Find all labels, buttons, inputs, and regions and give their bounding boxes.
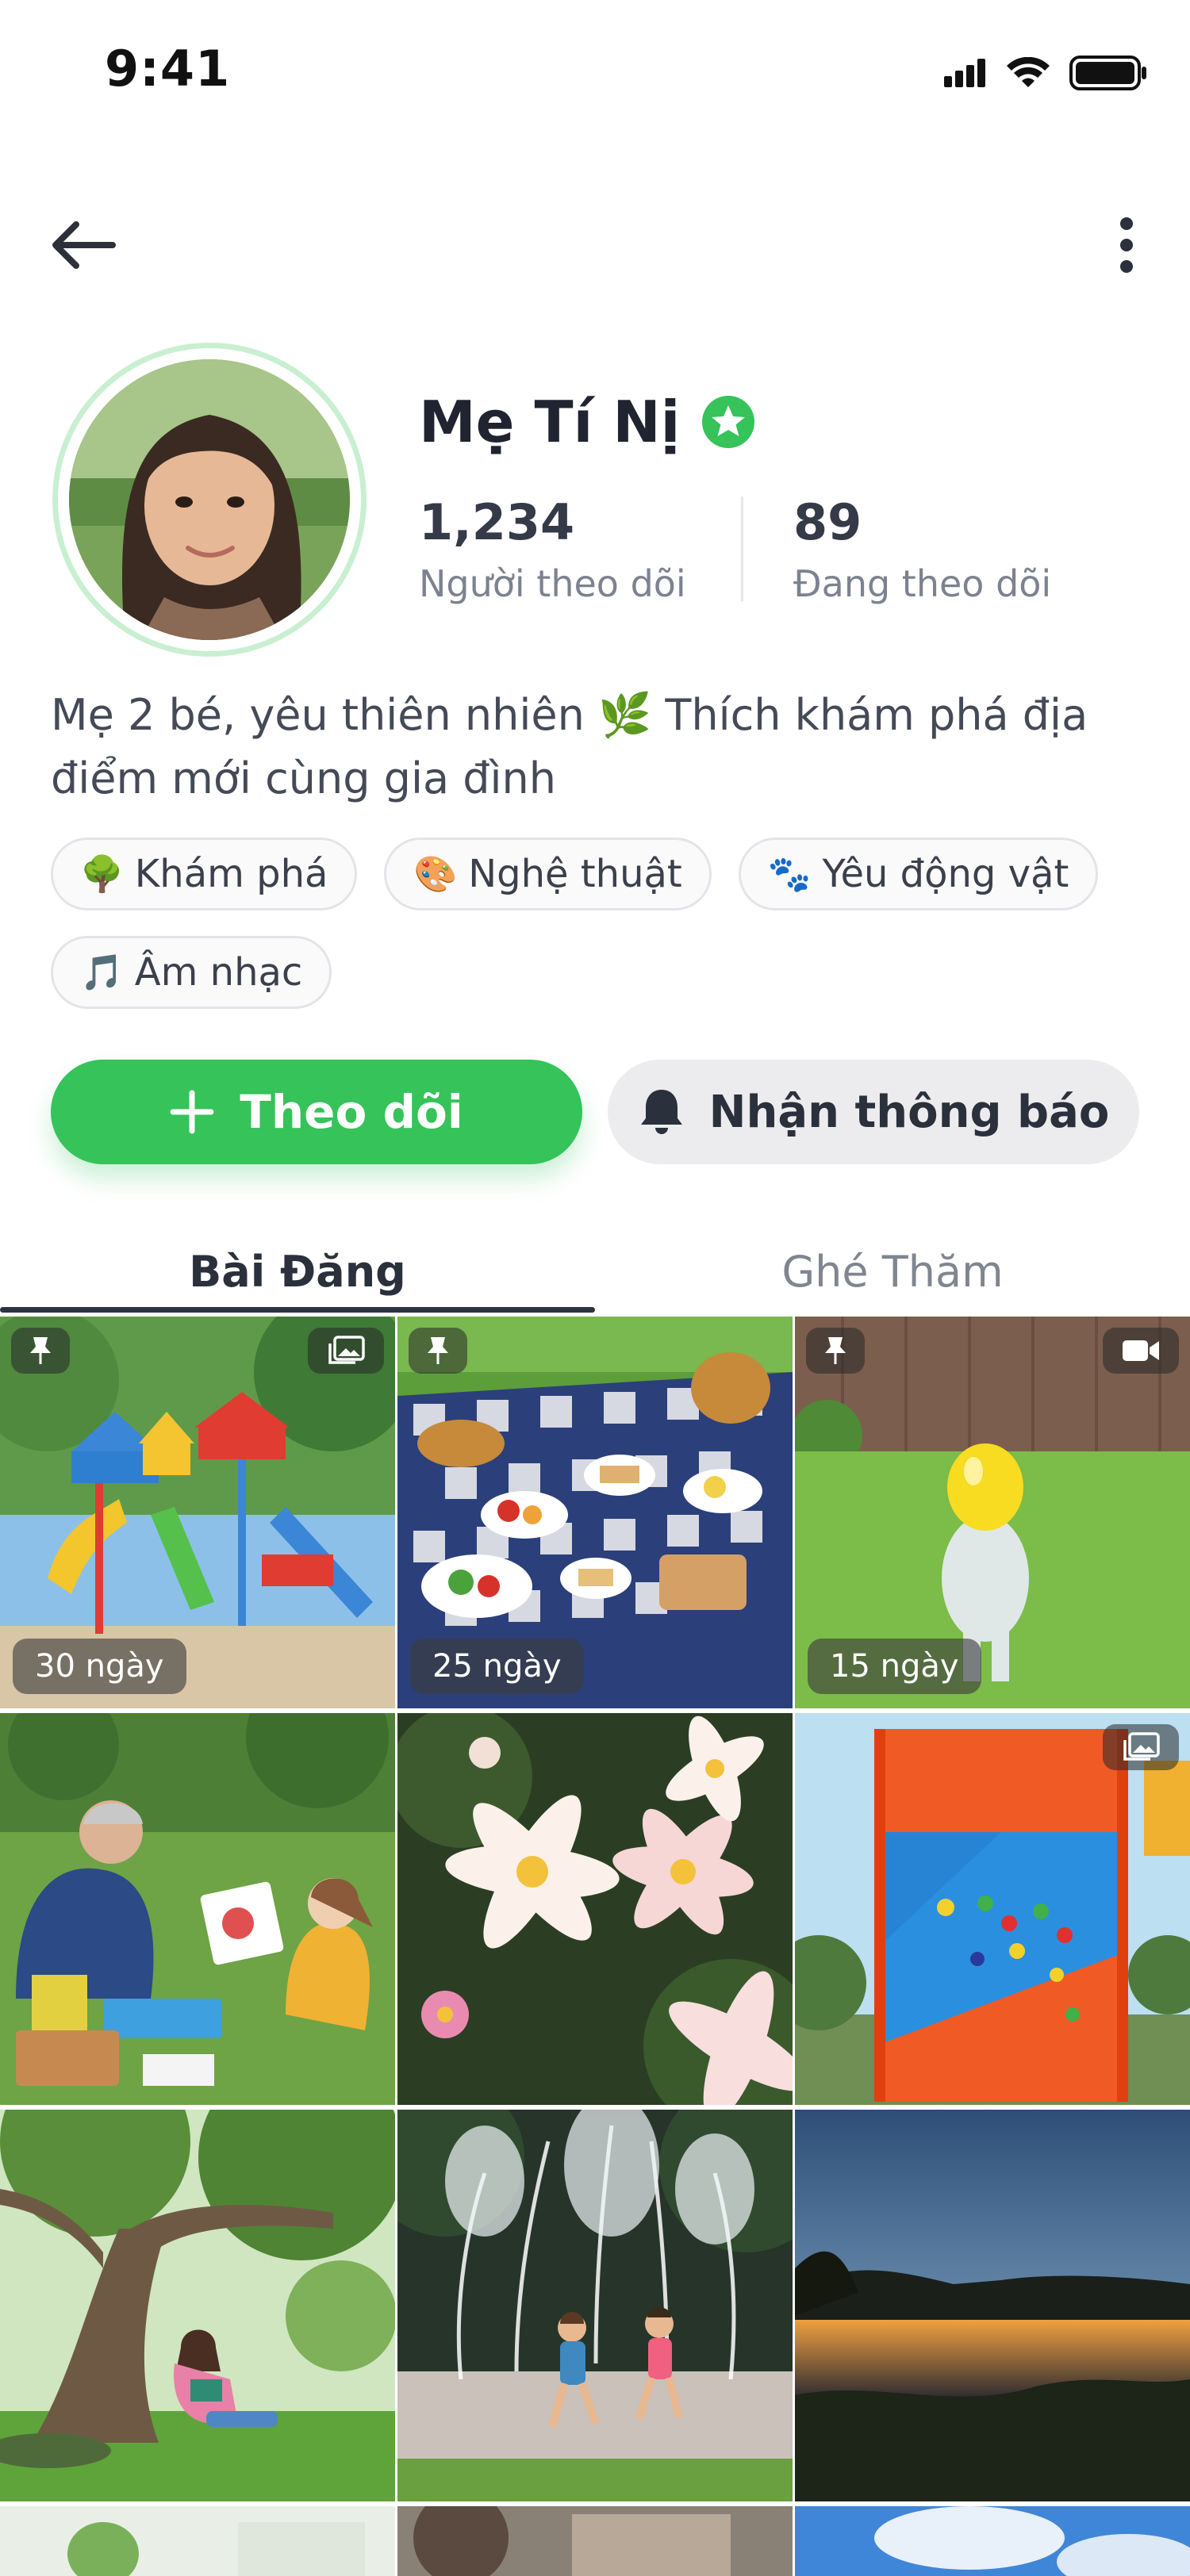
followers-stat[interactable]: 1,234 Người theo dõi: [419, 493, 686, 605]
post-image: [0, 2110, 395, 2501]
pin-icon: [428, 1337, 448, 1364]
post-image: [397, 2110, 793, 2501]
post-age-badge: 15 ngày: [808, 1639, 981, 1694]
pinned-badge: [11, 1328, 70, 1374]
post-tile[interactable]: [397, 2110, 793, 2501]
post-tile[interactable]: [397, 2506, 793, 2576]
interest-chip[interactable]: 🎵 Âm nhạc: [51, 936, 332, 1009]
post-tile[interactable]: [0, 2110, 395, 2501]
status-time: 9:41: [105, 40, 231, 98]
palette-icon: 🎨: [413, 854, 458, 895]
followers-count: 1,234: [419, 493, 575, 551]
follow-button[interactable]: Theo dõi: [51, 1060, 582, 1164]
active-tab-indicator: [0, 1307, 595, 1313]
post-tile[interactable]: [0, 2506, 395, 2576]
profile-tabs: Bài Đăng Ghé Thăm: [0, 1228, 1190, 1315]
interest-chip-label: Nghệ thuật: [468, 852, 682, 896]
status-bar: 9:41: [0, 0, 1190, 143]
notify-button[interactable]: Nhận thông báo: [608, 1060, 1139, 1164]
post-age-badge: 30 ngày: [13, 1639, 186, 1694]
post-image: [397, 2506, 793, 2576]
followers-label: Người theo dõi: [419, 562, 686, 605]
post-image: [0, 2506, 395, 2576]
top-nav: [0, 198, 1190, 286]
following-stat[interactable]: 89 Đang theo dõi: [793, 493, 1051, 605]
pin-icon: [30, 1337, 51, 1364]
following-count: 89: [793, 493, 862, 551]
interest-chips-row-1: 🌳 Khám phá 🎨 Nghệ thuật 🐾 Yêu động vật: [51, 838, 1161, 910]
tab-visits[interactable]: Ghé Thăm: [595, 1228, 1190, 1315]
stat-divider: [741, 496, 743, 601]
post-tile[interactable]: 30 ngày: [0, 1317, 395, 1708]
status-icons: [944, 49, 1147, 97]
following-label: Đang theo dõi: [793, 562, 1052, 605]
paw-prints-icon: 🐾: [767, 854, 812, 895]
video-camera-icon: [1123, 1340, 1159, 1361]
bell-icon: [640, 1090, 682, 1134]
post-tile[interactable]: [795, 2506, 1190, 2576]
post-image: [795, 2110, 1190, 2501]
post-image: [795, 2506, 1190, 2576]
arrow-left-icon: [52, 221, 116, 269]
tab-posts[interactable]: Bài Đăng: [0, 1228, 595, 1315]
interest-chip-label: Yêu động vật: [822, 852, 1069, 896]
battery-icon: [1069, 56, 1146, 90]
interest-chip-label: Âm nhạc: [134, 950, 303, 995]
plus-icon: [170, 1090, 214, 1134]
follow-button-label: Theo dõi: [240, 1085, 463, 1139]
post-image: [397, 1713, 793, 2105]
video-badge: [1103, 1328, 1179, 1374]
post-tile[interactable]: 25 ngày: [397, 1317, 793, 1708]
gallery-badge: [1103, 1724, 1179, 1770]
gallery-icon: [1123, 1732, 1160, 1761]
post-age-badge: 25 ngày: [410, 1639, 584, 1694]
interest-chip[interactable]: 🎨 Nghệ thuật: [384, 838, 712, 910]
profile-name-text: Mẹ Tí Nị: [419, 389, 681, 455]
pin-icon: [825, 1337, 846, 1364]
interest-chip[interactable]: 🐾 Yêu động vật: [738, 838, 1099, 910]
profile-name: Mẹ Tí Nị: [419, 389, 756, 455]
post-tile[interactable]: [795, 1713, 1190, 2105]
avatar[interactable]: [69, 359, 350, 640]
avatar-ring: [52, 343, 367, 657]
interest-chip[interactable]: 🌳 Khám phá: [51, 838, 358, 910]
post-image: [0, 1713, 395, 2105]
wifi-icon: [1007, 57, 1050, 87]
post-tile[interactable]: [397, 1713, 793, 2105]
verified-star-icon: [702, 396, 755, 448]
more-vertical-icon: [1120, 217, 1133, 273]
gallery-badge: [308, 1328, 384, 1374]
interest-chip-label: Khám phá: [134, 852, 328, 896]
post-tile[interactable]: [795, 2110, 1190, 2501]
post-tile[interactable]: [0, 1713, 395, 2105]
back-button[interactable]: [40, 209, 127, 281]
interest-chips-row-2: 🎵 Âm nhạc: [51, 936, 1161, 1009]
profile-bio: Mẹ 2 bé, yêu thiên nhiên 🌿 Thích khám ph…: [51, 690, 1088, 803]
gallery-icon: [328, 1336, 365, 1364]
music-note-icon: 🎵: [80, 953, 124, 993]
post-image: [795, 1713, 1190, 2105]
cellular-signal-icon: [944, 59, 985, 87]
post-tile[interactable]: 15 ngày: [795, 1317, 1190, 1708]
pinned-badge: [409, 1328, 467, 1374]
pinned-badge: [806, 1328, 865, 1374]
tree-icon: 🌳: [80, 854, 124, 895]
post-grid: 30 ngày 25 ngày 15 ngày: [0, 1317, 1190, 2576]
notify-button-label: Nhận thông báo: [708, 1086, 1110, 1138]
more-options-button[interactable]: [1095, 209, 1158, 281]
